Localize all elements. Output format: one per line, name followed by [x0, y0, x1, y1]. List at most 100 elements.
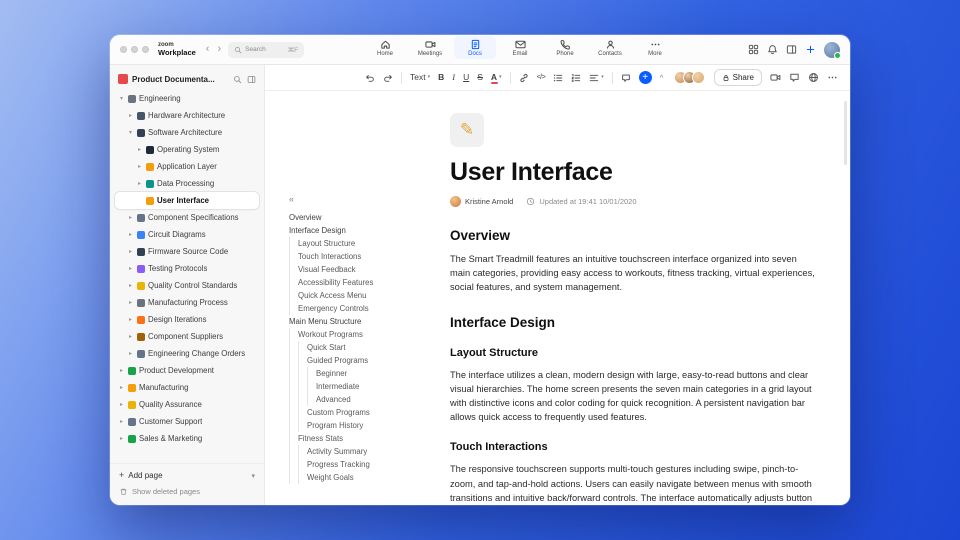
bullet-list-button[interactable]	[553, 73, 563, 83]
chevron-right-icon[interactable]: ▸	[127, 266, 134, 272]
chevron-right-icon[interactable]: ▸	[127, 215, 134, 221]
outline-item-fitness-stats[interactable]: Fitness Stats	[289, 432, 436, 445]
minimize-window-button[interactable]	[131, 46, 138, 53]
document-emoji-icon[interactable]: ✎	[450, 113, 484, 147]
apps-icon[interactable]	[748, 44, 759, 55]
sidebar-item-component-suppliers[interactable]: ▸ Component Suppliers	[115, 328, 259, 345]
share-button[interactable]: Share	[713, 69, 762, 86]
chevron-right-icon[interactable]: ▸	[127, 317, 134, 323]
outline-item-quick-access-menu[interactable]: Quick Access Menu	[289, 289, 436, 302]
chevron-right-icon[interactable]: ▸	[118, 419, 125, 425]
chevron-right-icon[interactable]: ▸	[136, 181, 143, 187]
outline-item-custom-programs[interactable]: Custom Programs	[289, 406, 436, 419]
tab-home[interactable]: Home	[364, 36, 406, 59]
sidebar-item-manufacturing-process[interactable]: ▸ Manufacturing Process	[115, 294, 259, 311]
sidebar-item-quality-control-standards[interactable]: ▸ Quality Control Standards	[115, 277, 259, 294]
outline-item-progress-tracking[interactable]: Progress Tracking	[289, 458, 436, 471]
outline-item-visual-feedback[interactable]: Visual Feedback	[289, 263, 436, 276]
sidebar-item-engineering[interactable]: ▾ Engineering	[115, 90, 259, 107]
maximize-window-button[interactable]	[142, 46, 149, 53]
tab-more[interactable]: More	[634, 36, 676, 59]
tab-meetings[interactable]: Meetings	[409, 36, 451, 59]
collapse-toolbar-button[interactable]: ^	[660, 74, 664, 82]
chevron-right-icon[interactable]: ▸	[136, 147, 143, 153]
back-button[interactable]: ‹	[205, 44, 211, 55]
doc-paragraph[interactable]: The interface utilizes a clean, modern d…	[450, 368, 816, 425]
sidebar-item-manufacturing[interactable]: ▸ Manufacturing	[115, 379, 259, 396]
text-color-button[interactable]: A ▾	[490, 73, 502, 84]
sidebar-item-software-architecture[interactable]: ▾ Software Architecture	[115, 124, 259, 141]
outline-item-activity-summary[interactable]: Activity Summary	[289, 445, 436, 458]
text-style-button[interactable]: Text ▾	[410, 73, 430, 82]
outline-item-overview[interactable]: Overview	[289, 211, 436, 224]
insert-link-button[interactable]	[519, 73, 529, 83]
add-block-button[interactable]: +	[638, 71, 652, 84]
forward-button[interactable]: ›	[216, 44, 222, 55]
document-title[interactable]: User Interface	[450, 158, 816, 187]
sidebar-item-testing-protocols[interactable]: ▸ Testing Protocols	[115, 260, 259, 277]
bold-button[interactable]: B	[438, 73, 444, 82]
sidebar-item-user-interface[interactable]: User Interface	[115, 192, 259, 209]
outline-item-guided-programs[interactable]: Guided Programs	[289, 354, 436, 367]
show-deleted-pages-button[interactable]: Show deleted pages	[119, 487, 255, 496]
chevron-right-icon[interactable]: ▸	[127, 113, 134, 119]
chevron-down-icon[interactable]: ▾	[118, 96, 125, 102]
doc-heading-touch-interactions[interactable]: Touch Interactions	[450, 441, 816, 453]
workspace-header[interactable]: Product Documenta...	[110, 70, 264, 89]
add-page-button[interactable]: + Add page ▾	[119, 471, 255, 481]
tab-phone[interactable]: Phone	[544, 36, 586, 59]
chevron-down-icon[interactable]: ▾	[127, 130, 134, 136]
tab-email[interactable]: Email	[499, 36, 541, 59]
italic-button[interactable]: I	[452, 73, 455, 82]
chevron-right-icon[interactable]: ▸	[127, 300, 134, 306]
outline-item-main-menu-structure[interactable]: Main Menu Structure	[289, 315, 436, 328]
align-button[interactable]: ▾	[589, 73, 604, 83]
outline-item-interface-design[interactable]: Interface Design	[289, 224, 436, 237]
sidebar-item-data-processing[interactable]: ▸ Data Processing	[115, 175, 259, 192]
sidebar-item-firmware-source-code[interactable]: ▸ Firmware Source Code	[115, 243, 259, 260]
numbered-list-button[interactable]	[571, 73, 581, 83]
notifications-icon[interactable]	[767, 44, 778, 55]
scrollbar[interactable]	[844, 101, 847, 165]
doc-heading-overview[interactable]: Overview	[450, 228, 816, 243]
sidebar-item-component-specifications[interactable]: ▸ Component Specifications	[115, 209, 259, 226]
outline-item-emergency-controls[interactable]: Emergency Controls	[289, 302, 436, 315]
underline-button[interactable]: U	[463, 73, 469, 82]
document-content[interactable]: ✎ User Interface Kristine Arnold Updated…	[440, 91, 850, 505]
chevron-right-icon[interactable]: ▸	[127, 249, 134, 255]
chevron-right-icon[interactable]: ▸	[127, 351, 134, 357]
sidebar-item-circuit-diagrams[interactable]: ▸ Circuit Diagrams	[115, 226, 259, 243]
sidebar-item-sales-marketing[interactable]: ▸ Sales & Marketing	[115, 430, 259, 447]
outline-item-workout-programs[interactable]: Workout Programs	[289, 328, 436, 341]
outline-item-program-history[interactable]: Program History	[289, 419, 436, 432]
new-icon[interactable]	[805, 44, 816, 55]
sidebar-item-operating-system[interactable]: ▸ Operating System	[115, 141, 259, 158]
sidebar-item-application-layer[interactable]: ▸ Application Layer	[115, 158, 259, 175]
sidebar-item-design-iterations[interactable]: ▸ Design Iterations	[115, 311, 259, 328]
doc-paragraph[interactable]: The Smart Treadmill features an intuitiv…	[450, 252, 816, 294]
outline-item-advanced[interactable]: Advanced	[289, 393, 436, 406]
tab-contacts[interactable]: Contacts	[589, 36, 631, 59]
tab-docs[interactable]: Docs	[454, 36, 496, 59]
outline-item-quick-start[interactable]: Quick Start	[289, 341, 436, 354]
more-options-icon[interactable]	[827, 72, 838, 83]
collapse-outline-button[interactable]: «	[289, 195, 436, 204]
sidebar-item-quality-assurance[interactable]: ▸ Quality Assurance	[115, 396, 259, 413]
outline-item-touch-interactions[interactable]: Touch Interactions	[289, 250, 436, 263]
chevron-right-icon[interactable]: ▸	[118, 402, 125, 408]
chevron-right-icon[interactable]: ▸	[118, 368, 125, 374]
outline-item-accessibility-features[interactable]: Accessibility Features	[289, 276, 436, 289]
close-window-button[interactable]	[120, 46, 127, 53]
outline-item-beginner[interactable]: Beginner	[289, 367, 436, 380]
global-search-input[interactable]: Search ⌘F	[228, 41, 305, 58]
chat-icon[interactable]	[789, 72, 800, 83]
doc-heading-interface-design[interactable]: Interface Design	[450, 315, 816, 330]
doc-heading-layout-structure[interactable]: Layout Structure	[450, 347, 816, 359]
chevron-right-icon[interactable]: ▸	[127, 232, 134, 238]
outline-item-weight-goals[interactable]: Weight Goals	[289, 471, 436, 484]
side-panel-icon[interactable]	[786, 44, 797, 55]
strikethrough-button[interactable]: S	[477, 73, 483, 82]
sidebar-search-icon[interactable]	[233, 75, 242, 84]
doc-paragraph[interactable]: The responsive touchscreen supports mult…	[450, 462, 816, 505]
chevron-right-icon[interactable]: ▸	[127, 283, 134, 289]
